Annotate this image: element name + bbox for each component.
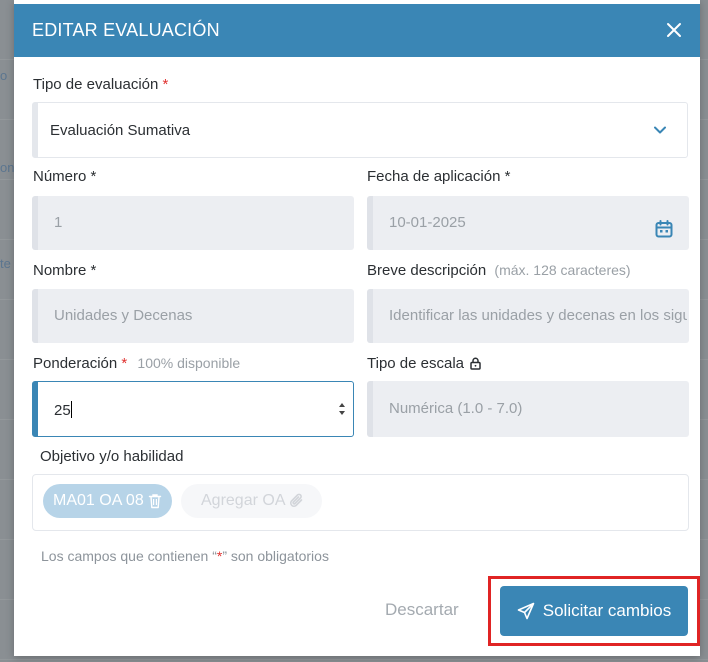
trash-icon[interactable] [148, 493, 162, 509]
descripcion-field[interactable]: Identificar las unidades y decenas en lo… [367, 289, 689, 343]
required-fields-note: Los campos que contienen “*” son obligat… [41, 548, 329, 564]
objetivo-box: MA01 OA 08 Agregar OA [32, 474, 689, 531]
tipo-label-text: Tipo de evaluación [33, 76, 159, 93]
background-text: te [0, 256, 11, 271]
footnote-before: Los campos que contienen “ [41, 548, 217, 564]
tipo-select-value: Evaluación Sumativa [50, 122, 191, 139]
modal-title: EDITAR EVALUACIÓN [32, 20, 220, 40]
ponderacion-hint: 100% disponible [137, 355, 241, 371]
submit-changes-button[interactable]: Solicitar cambios [500, 586, 688, 636]
escala-label-text: Tipo de escala [367, 355, 465, 372]
fecha-field[interactable]: 10-01-2025 [367, 196, 689, 250]
chevron-down-icon [654, 126, 666, 134]
numero-field[interactable]: 1 [32, 196, 354, 250]
add-oa-label: Agregar OA [201, 492, 286, 509]
descripcion-hint: (máx. 128 caracteres) [494, 262, 631, 278]
edit-evaluation-modal: EDITAR EVALUACIÓN Tipo de evaluación * E… [14, 0, 700, 656]
required-mark: * [121, 355, 128, 372]
descripcion-label: Breve descripción (máx. 128 caracteres) [367, 262, 631, 279]
objetivo-label: Objetivo y/o habilidad [40, 448, 184, 465]
close-icon [667, 23, 681, 37]
numero-value: 1 [54, 214, 63, 231]
fecha-label: Fecha de aplicación * [367, 168, 511, 185]
fecha-value: 10-01-2025 [389, 214, 466, 231]
ponderacion-value-text: 25 [54, 402, 71, 419]
background-text: on [0, 160, 15, 175]
descripcion-value: Identificar las unidades y decenas en lo… [389, 307, 687, 324]
tipo-select[interactable]: Evaluación Sumativa [32, 102, 688, 158]
lock-icon [470, 357, 481, 370]
number-spinner-icon[interactable] [337, 399, 347, 419]
ponderacion-label: Ponderación * 100% disponible [33, 355, 240, 372]
tipo-label: Tipo de evaluación * [33, 76, 168, 93]
background-text: o [0, 68, 8, 83]
oa-chip-label: MA01 OA 08 [53, 492, 144, 509]
send-icon [517, 602, 535, 620]
descripcion-label-text: Breve descripción [367, 262, 487, 279]
ponderacion-input[interactable]: 25 [32, 381, 354, 437]
escala-field: Numérica (1.0 - 7.0) [367, 381, 689, 437]
add-oa-button[interactable]: Agregar OA [181, 484, 323, 518]
submit-label: Solicitar cambios [542, 601, 672, 620]
required-mark: * [162, 76, 169, 93]
oa-chip: MA01 OA 08 [43, 484, 172, 518]
paperclip-icon [290, 493, 303, 507]
discard-button[interactable]: Descartar [385, 600, 459, 620]
footnote-after: ” son obligatorios [222, 548, 329, 564]
escala-value: Numérica (1.0 - 7.0) [389, 400, 523, 417]
ponderacion-label-text: Ponderación [33, 355, 118, 372]
modal-header: EDITAR EVALUACIÓN [14, 4, 700, 57]
numero-label: Número * [33, 168, 97, 185]
escala-label: Tipo de escala [367, 355, 481, 372]
nombre-value: Unidades y Decenas [54, 307, 193, 324]
ponderacion-value: 25 [54, 401, 72, 419]
nombre-label: Nombre * [33, 262, 97, 279]
nombre-field[interactable]: Unidades y Decenas [32, 289, 354, 343]
close-button[interactable] [662, 18, 686, 42]
calendar-icon[interactable] [655, 220, 673, 238]
text-caret [70, 401, 72, 418]
